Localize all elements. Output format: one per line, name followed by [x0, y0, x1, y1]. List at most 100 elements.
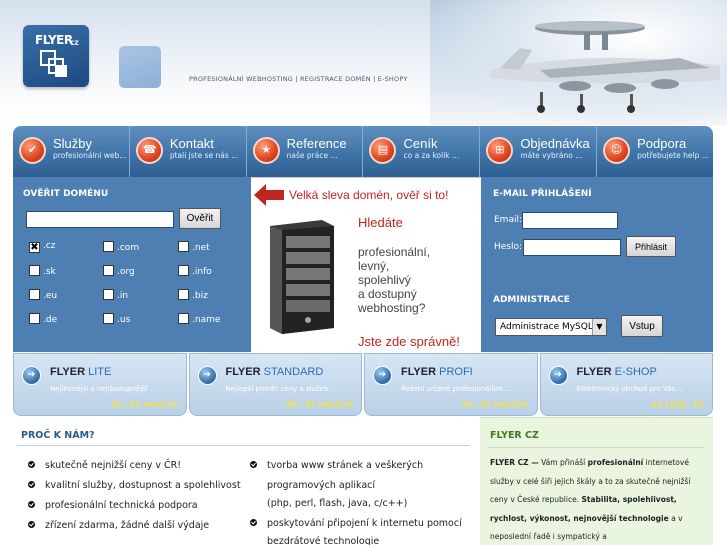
- tld-checkbox-com[interactable]: .com: [103, 241, 139, 253]
- nav-title: Podpora: [637, 136, 687, 151]
- cart-icon: ⊞: [486, 137, 514, 164]
- tld-label: .net: [192, 243, 210, 253]
- nav-title: Ceník: [403, 136, 438, 151]
- tld-checkbox-info[interactable]: .info: [178, 265, 212, 277]
- verify-domain-button[interactable]: Ověřit: [179, 208, 221, 229]
- header: FLYER CZ PROFESIONÁLNÍ WEBHOSTING | REGI…: [0, 0, 727, 125]
- nav-item-cenik[interactable]: ▤ Ceník co a za kolik ...: [363, 126, 481, 177]
- admin-enter-button[interactable]: Vstup: [621, 315, 663, 337]
- package-name: E-SHOP: [614, 366, 657, 378]
- tld-checkbox-name[interactable]: .name: [178, 313, 220, 325]
- nav-title: Objednávka: [520, 136, 590, 151]
- package-title: FLYER E-SHOP: [577, 366, 657, 378]
- arrow-left-icon: [254, 184, 284, 206]
- tld-label: .in: [117, 291, 129, 301]
- domain-check-panel: OVĚŘIT DOMÉNU Ověřit ✖ .cz .com .net .sk …: [13, 177, 251, 352]
- nav-item-kontakt[interactable]: ☎ Kontakt ptali jste se nás ...: [130, 126, 247, 177]
- tld-label: .org: [117, 267, 135, 277]
- bullet-check-icon: [28, 481, 35, 488]
- domain-input[interactable]: [26, 211, 174, 228]
- nav-subtitle: profesionální web...: [53, 151, 127, 160]
- bullet-check-icon: [250, 461, 257, 468]
- email-input[interactable]: [522, 212, 618, 229]
- arrow-right-icon: ➔: [548, 366, 568, 385]
- nav-subtitle: potřebujete help ...: [637, 151, 709, 160]
- tld-checkbox-net[interactable]: .net: [178, 241, 210, 253]
- package-name: PROFI: [439, 366, 473, 378]
- list-item-text: skutečně nejnižší ceny v ČR!: [45, 460, 182, 471]
- tld-checkbox-org[interactable]: .org: [103, 265, 135, 277]
- flyer-lead: FLYER CZ —: [490, 458, 539, 467]
- list-item-sub: bezdrátové technologie: [267, 536, 380, 545]
- flyer-logo[interactable]: FLYER CZ: [23, 25, 89, 87]
- nav-subtitle: máte vybráno ...: [520, 151, 583, 160]
- package-price: od 1428,- Kč: [651, 400, 704, 409]
- list-item-text: tvorba www stránek a veškerých: [267, 460, 424, 471]
- banner-cta: Jste zde správně!: [358, 334, 460, 349]
- admin-title: ADMINISTRACE: [493, 295, 570, 305]
- package-name: LITE: [88, 366, 112, 378]
- package-prefix: FLYER: [50, 366, 86, 378]
- logo-square-decoration: [119, 46, 161, 88]
- nav-item-podpora[interactable]: ☺ Podpora potřebujete help ...: [597, 126, 713, 177]
- nav-item-reference[interactable]: ★ Reference naše práce ...: [247, 126, 364, 177]
- login-button[interactable]: Přihlásit: [626, 236, 676, 257]
- nav-subtitle: naše práce ...: [286, 151, 338, 160]
- list-item: profesionální technická podpora: [28, 496, 198, 516]
- list-item: skutečně nejnižší ceny v ČR!: [28, 456, 181, 476]
- login-title: E-MAIL PŘIHLÁŠENÍ: [493, 189, 592, 199]
- support-icon: ☺: [603, 137, 631, 164]
- nav-title: Služby: [53, 136, 93, 151]
- bullet-check-icon: [28, 521, 35, 528]
- admin-select[interactable]: Administrace MySQL ▼: [495, 318, 607, 336]
- divider: [17, 445, 470, 446]
- logo-text: FLYER: [35, 33, 73, 47]
- package-price: 99,- Kč měsíčně: [461, 400, 529, 409]
- list-item: kvalitní služby, dostupnost a spolehlivo…: [28, 476, 241, 496]
- phone-icon: ☎: [135, 137, 163, 164]
- tld-checkbox-cz[interactable]: ✖ .cz: [29, 241, 56, 253]
- package-name: STANDARD: [263, 366, 324, 378]
- server-image: [270, 220, 334, 334]
- logo-sub: CZ: [70, 40, 79, 47]
- flyer-bold-1: profesionální: [587, 458, 644, 467]
- tld-checkbox-sk[interactable]: .sk: [29, 265, 56, 277]
- list-item: zřízení zdarma, žádné další výdaje: [28, 516, 209, 536]
- package-title: FLYER PROFI: [401, 366, 473, 378]
- tld-checkbox-eu[interactable]: .eu: [29, 289, 57, 301]
- tld-label: .us: [117, 315, 131, 325]
- chevron-down-icon: ▼: [592, 319, 606, 335]
- nav-item-sluzby[interactable]: ✔ Služby profesionální web...: [13, 126, 130, 177]
- check-icon: ✔: [19, 137, 46, 164]
- tld-label: .com: [117, 243, 140, 253]
- nav-item-objednavka[interactable]: ⊞ Objednávka máte vybráno ...: [480, 126, 598, 177]
- package-standard[interactable]: ➔ FLYER STANDARD Nejlepší poměr ceny a s…: [188, 353, 362, 416]
- star-icon: ★: [252, 137, 280, 164]
- promo-banner[interactable]: Velká sleva domén, ověř si to! Hledáte p…: [252, 177, 480, 352]
- banner-line: webhosting?: [358, 301, 426, 315]
- package-price: 59,- Kč měsíčně: [286, 400, 353, 409]
- tld-checkbox-us[interactable]: .us: [103, 313, 130, 325]
- tld-checkbox-de[interactable]: .de: [29, 313, 57, 325]
- package-desc: Nejlepší poměr ceny a služeb ...: [225, 385, 338, 393]
- tld-checkbox-in[interactable]: .in: [103, 289, 128, 301]
- password-input[interactable]: [523, 239, 621, 256]
- tld-checkbox-biz[interactable]: .biz: [178, 289, 208, 301]
- package-eshop[interactable]: ➔ FLYER E-SHOP Elektronický obchod pro V…: [539, 353, 713, 416]
- main-navigation: ✔ Služby profesionální web... ☎ Kontakt …: [13, 126, 713, 177]
- package-profi[interactable]: ➔ FLYER PROFI Řešení určené profesionálů…: [364, 353, 538, 416]
- package-prefix: FLYER: [401, 366, 437, 378]
- list-item-text: kvalitní služby, dostupnost a spolehlivo…: [45, 480, 241, 491]
- banner-line: a dostupný: [358, 287, 417, 301]
- awacs-airplane-image: [490, 21, 720, 113]
- tld-label: .biz: [192, 291, 208, 301]
- banner-line: levný,: [358, 259, 390, 273]
- package-lite[interactable]: ➔ FLYER LITE Nejlevnější a nejdostupnějš…: [13, 353, 187, 416]
- tld-label: .de: [43, 315, 58, 325]
- flyer-cz-box: FLYER CZ FLYER CZ — Vám přináší profesio…: [480, 417, 713, 545]
- banner-line: spolehlivý: [358, 273, 411, 287]
- package-desc: Elektronický obchod pro Vás ...: [576, 385, 685, 393]
- package-prefix: FLYER: [576, 366, 612, 378]
- arrow-right-icon: ➔: [197, 366, 217, 385]
- bullet-check-icon: [250, 519, 257, 526]
